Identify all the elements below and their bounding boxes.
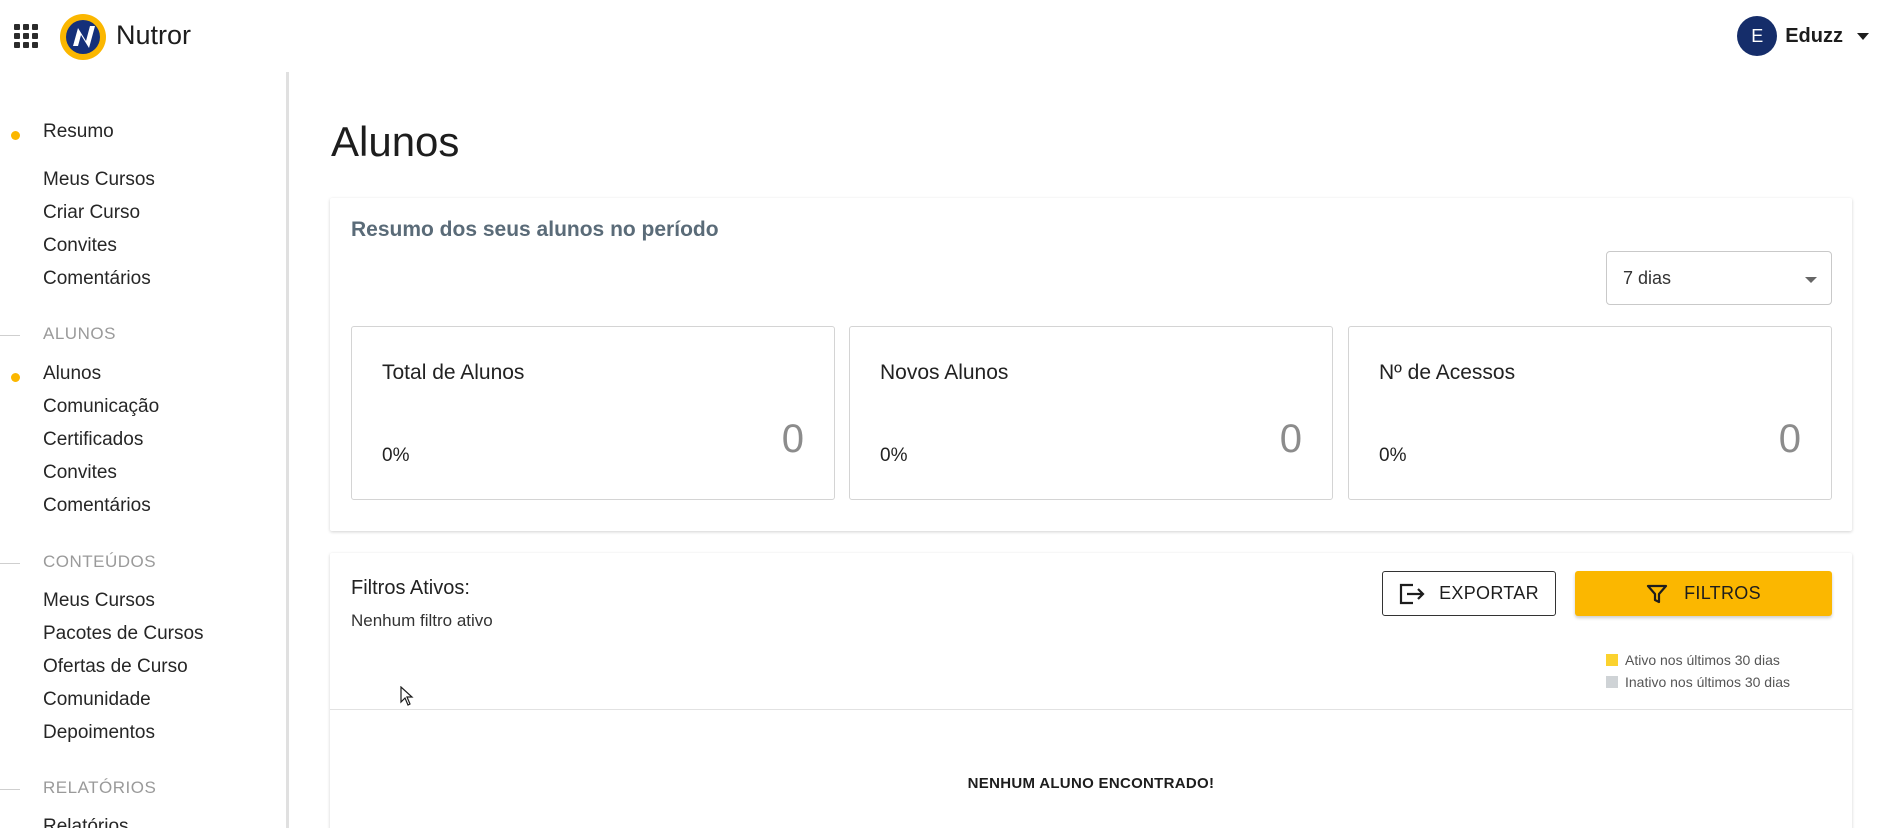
metric-card-novos-alunos: Novos Alunos 0% 0	[849, 326, 1333, 500]
sidebar-item-depoimentos[interactable]: Depoimentos	[43, 722, 155, 744]
sidebar-item-relatorios[interactable]: Relatórios	[43, 816, 129, 828]
legend: Ativo nos últimos 30 dias Inativo nos úl…	[1606, 649, 1790, 693]
sidebar-item-convites[interactable]: Convites	[43, 235, 117, 257]
apps-grid-icon[interactable]	[14, 24, 38, 48]
sidebar-item-comunidade[interactable]: Comunidade	[43, 689, 151, 711]
active-filters-label: Filtros Ativos:	[351, 577, 470, 599]
metric-card-acessos: Nº de Acessos 0% 0	[1348, 326, 1832, 500]
section-title-alunos: ALUNOS	[0, 324, 116, 344]
legend-label: Ativo nos últimos 30 dias	[1625, 652, 1780, 668]
export-button[interactable]: EXPORTAR	[1382, 571, 1556, 616]
sidebar-item-resumo[interactable]: Resumo	[11, 121, 114, 143]
nutror-logo-icon	[60, 14, 106, 60]
metric-value: 0	[1778, 417, 1801, 461]
legend-item-inactive: Inativo nos últimos 30 dias	[1606, 671, 1790, 693]
sidebar-item-comentarios[interactable]: Comentários	[43, 268, 151, 290]
metric-percent: 0%	[382, 445, 410, 466]
metric-label: Novos Alunos	[880, 361, 1009, 384]
sidebar-item-alunos[interactable]: Alunos	[10, 363, 101, 385]
top-bar: Nutror E Eduzz	[0, 0, 1883, 72]
user-menu[interactable]: E Eduzz	[1737, 15, 1869, 57]
metric-value: 0	[781, 417, 804, 461]
filters-button-label: FILTROS	[1684, 583, 1761, 603]
sidebar-item-ofertas-de-curso[interactable]: Ofertas de Curso	[43, 656, 188, 678]
export-button-label: EXPORTAR	[1439, 583, 1539, 603]
chevron-down-icon	[1805, 277, 1817, 283]
legend-swatch-active	[1606, 654, 1618, 666]
divider	[330, 709, 1852, 710]
sidebar-item-pacotes-de-cursos[interactable]: Pacotes de Cursos	[43, 623, 204, 645]
filter-icon	[1647, 584, 1668, 603]
empty-state-message: NENHUM ALUNO ENCONTRADO!	[967, 775, 1215, 792]
legend-item-active: Ativo nos últimos 30 dias	[1606, 649, 1790, 671]
section-title-relatorios: RELATÓRIOS	[0, 778, 156, 798]
summary-card: Resumo dos seus alunos no período 7 dias…	[330, 198, 1852, 531]
sidebar-item-certificados[interactable]: Certificados	[43, 429, 143, 451]
metric-percent: 0%	[880, 445, 908, 466]
section-title-conteudos: CONTEÚDOS	[0, 552, 156, 572]
metric-label: Nº de Acessos	[1379, 361, 1516, 384]
period-select[interactable]: 7 dias	[1606, 251, 1832, 305]
sidebar-item-comentarios-alunos[interactable]: Comentários	[43, 495, 151, 517]
summary-title: Resumo dos seus alunos no período	[351, 218, 719, 241]
avatar: E	[1737, 16, 1778, 56]
export-icon	[1400, 583, 1425, 604]
chevron-down-icon	[1857, 32, 1869, 40]
sidebar-item-meus-cursos[interactable]: Meus Cursos	[43, 169, 155, 191]
user-name: Eduzz	[1785, 24, 1843, 47]
filters-button[interactable]: FILTROS	[1575, 571, 1832, 616]
metric-value: 0	[1279, 417, 1302, 461]
period-select-value: 7 dias	[1623, 268, 1672, 288]
metric-card-total-alunos: Total de Alunos 0% 0	[351, 326, 835, 500]
metric-percent: 0%	[1379, 445, 1407, 466]
brand-name: Nutror	[116, 20, 192, 50]
sidebar-item-criar-curso[interactable]: Criar Curso	[43, 202, 140, 224]
page-title: Alunos	[331, 118, 460, 165]
legend-label: Inativo nos últimos 30 dias	[1625, 674, 1790, 690]
mouse-cursor-icon	[400, 686, 414, 706]
sidebar-item-meus-cursos-conteudos[interactable]: Meus Cursos	[43, 590, 155, 612]
sidebar-item-comunicacao[interactable]: Comunicação	[43, 396, 159, 418]
active-filters-value: Nenhum filtro ativo	[351, 611, 493, 630]
legend-swatch-inactive	[1606, 676, 1618, 688]
sidebar: Resumo Meus Cursos Criar Curso Convites …	[0, 72, 289, 828]
sidebar-item-convites-alunos[interactable]: Convites	[43, 462, 117, 484]
metric-label: Total de Alunos	[382, 361, 525, 384]
students-card: Filtros Ativos: Nenhum filtro ativo EXPO…	[330, 553, 1852, 828]
